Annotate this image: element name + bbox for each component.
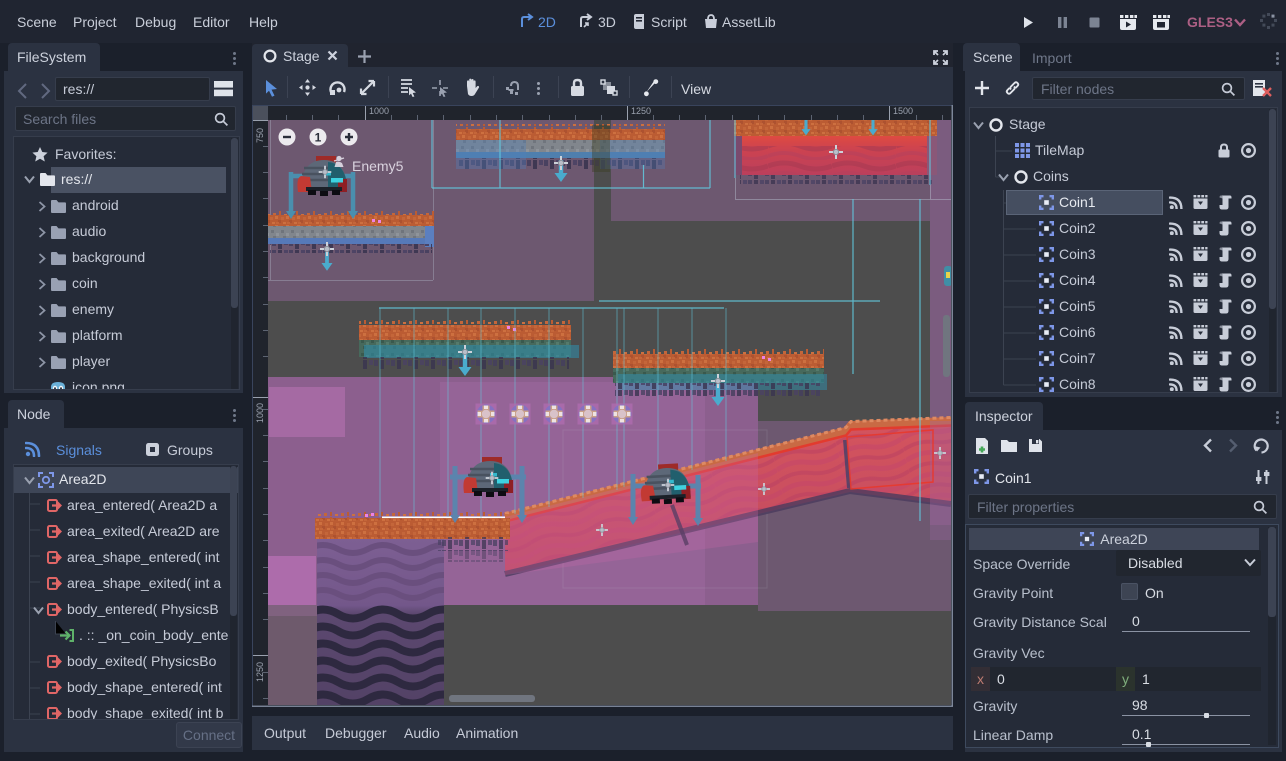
svg-text:Enemy5: Enemy5 xyxy=(352,158,404,174)
svg-text:1500: 1500 xyxy=(893,106,913,116)
svg-text:1: 1 xyxy=(315,131,322,145)
svg-text:750: 750 xyxy=(255,128,265,143)
svg-text:1000: 1000 xyxy=(369,106,389,116)
svg-text:1250: 1250 xyxy=(631,106,651,116)
svg-text:1250: 1250 xyxy=(255,662,265,682)
svg-text:1000: 1000 xyxy=(255,403,265,423)
